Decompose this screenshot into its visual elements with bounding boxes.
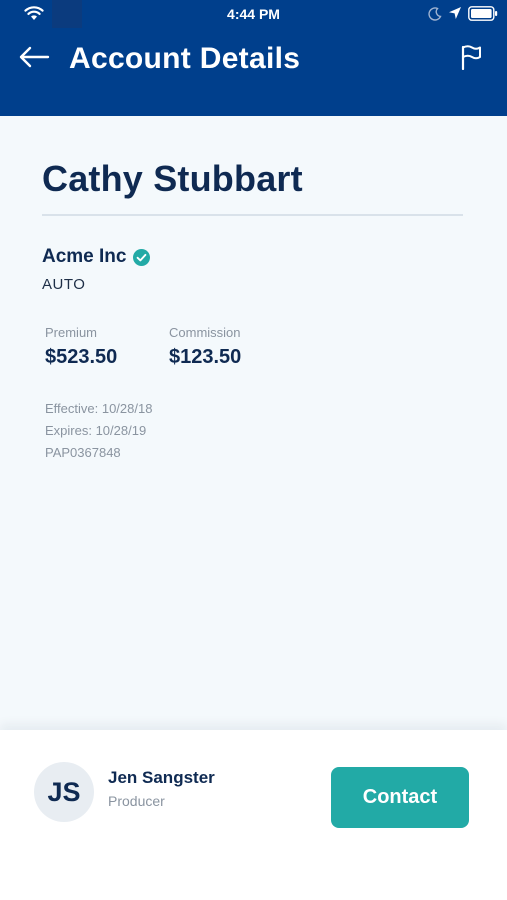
company-row: Acme Inc: [42, 245, 151, 269]
flag-icon: [461, 45, 481, 70]
status-bar: 4:44 PM: [0, 0, 507, 28]
policy-type: AUTO: [42, 276, 86, 293]
verified-check-icon: [133, 248, 151, 266]
arrow-left-icon: [19, 46, 50, 68]
producer-name: Jen Sangster: [108, 768, 215, 787]
flag-button[interactable]: [456, 42, 486, 72]
battery-icon: [468, 6, 498, 21]
commission-value: $123.50: [169, 346, 242, 368]
expiry-date: Expires: 10/28/19: [45, 423, 147, 438]
policy-number: PAP0367848: [45, 445, 121, 460]
avatar: JS: [34, 762, 94, 822]
premium-stat: Premium $523.50: [45, 325, 117, 369]
contact-button[interactable]: Contact: [331, 767, 469, 828]
moon-icon: [428, 7, 442, 21]
premium-label: Premium: [45, 325, 98, 340]
premium-value: $523.50: [45, 346, 118, 368]
producer-footer: JS Jen Sangster Producer Contact: [0, 730, 507, 900]
nav-bar: Account Details: [0, 28, 507, 116]
commission-stat: Commission $123.50: [169, 325, 241, 369]
back-button[interactable]: [14, 40, 54, 74]
app-header: 4:44 PM Account Details: [0, 0, 507, 116]
account-details-content: Cathy Stubbart Acme Inc AUTO Premium $52…: [0, 116, 507, 730]
company-name: Acme Inc: [42, 246, 127, 267]
location-icon: [449, 7, 461, 19]
divider: [42, 214, 463, 216]
commission-label: Commission: [169, 325, 241, 340]
producer-role: Producer: [108, 793, 165, 809]
account-name: Cathy Stubbart: [42, 158, 303, 199]
effective-date: Effective: 10/28/18: [45, 401, 153, 416]
page-title: Account Details: [69, 42, 301, 75]
policy-meta: Effective: 10/28/18 Expires: 10/28/19 PA…: [45, 398, 152, 464]
